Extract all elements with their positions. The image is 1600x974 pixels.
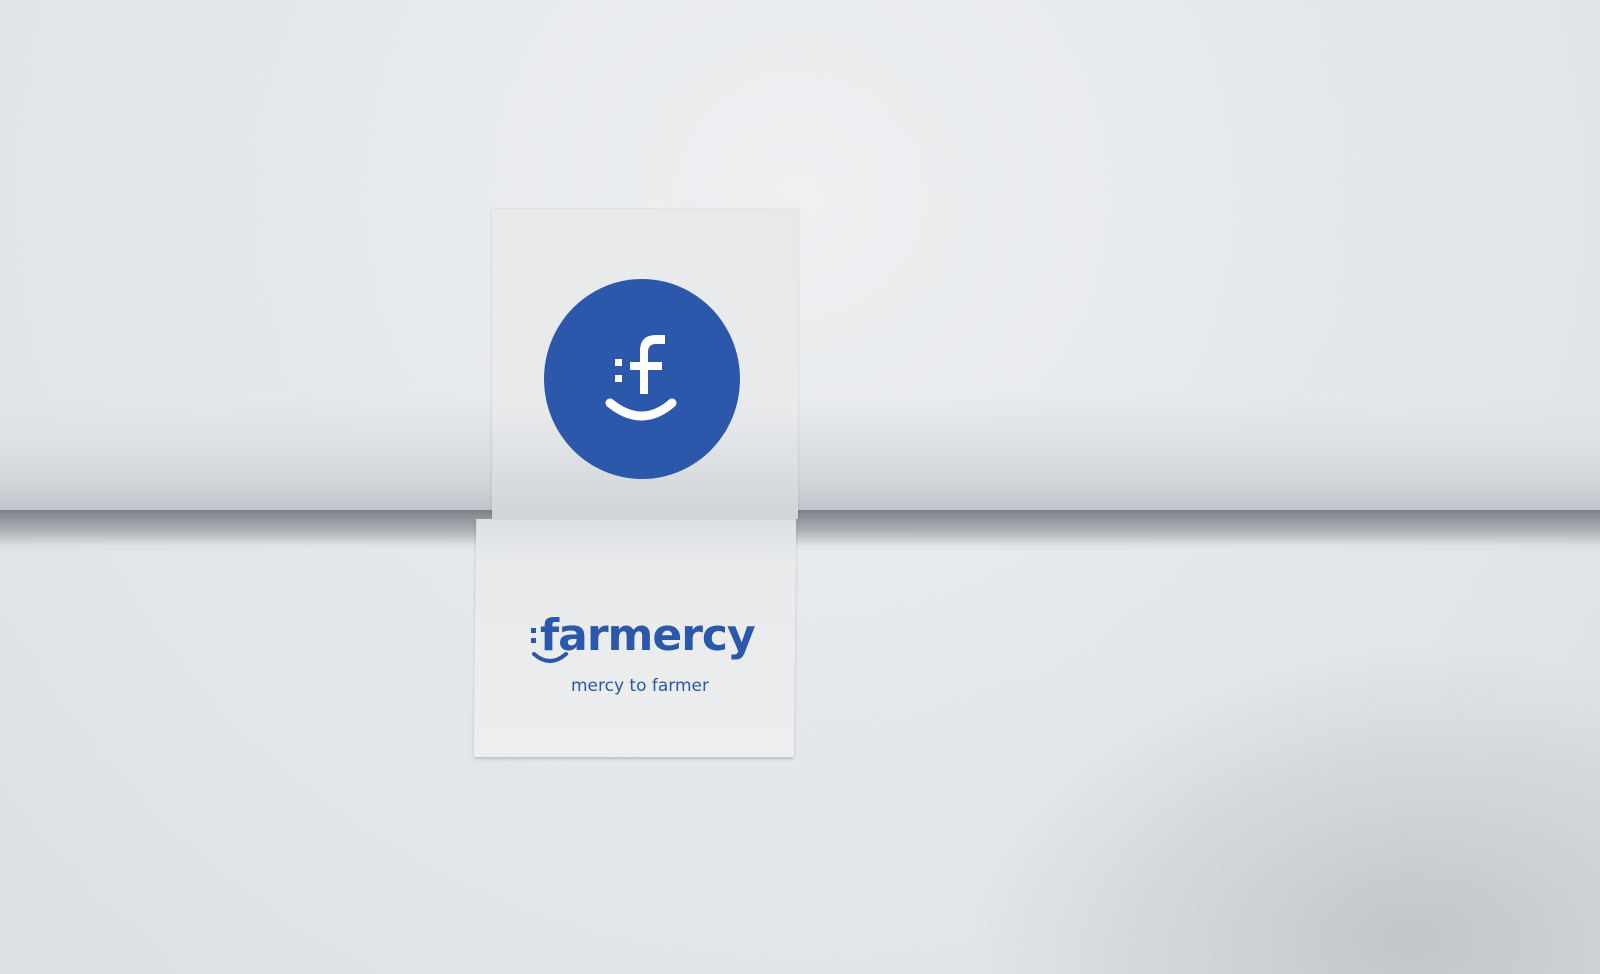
paper-fold-shadow (0, 510, 1600, 552)
brand-tagline: mercy to farmer (570, 676, 710, 696)
folded-paper-background: farmercy mercy to farmer (0, 0, 1600, 974)
paper-fold-flap (0, 395, 1600, 513)
logo-eye-dot-top (615, 359, 622, 366)
brand-wordmark: farmercy (530, 610, 756, 670)
smiling-f-icon (605, 335, 677, 421)
logo-eye-dot-bottom (615, 375, 622, 382)
brand-logo-circle (544, 279, 740, 479)
logo-smile (605, 398, 677, 421)
logo-f-crossbar (630, 362, 662, 370)
wordmark-eyes-icon (531, 628, 536, 643)
wordmark-smile-icon (532, 652, 568, 663)
